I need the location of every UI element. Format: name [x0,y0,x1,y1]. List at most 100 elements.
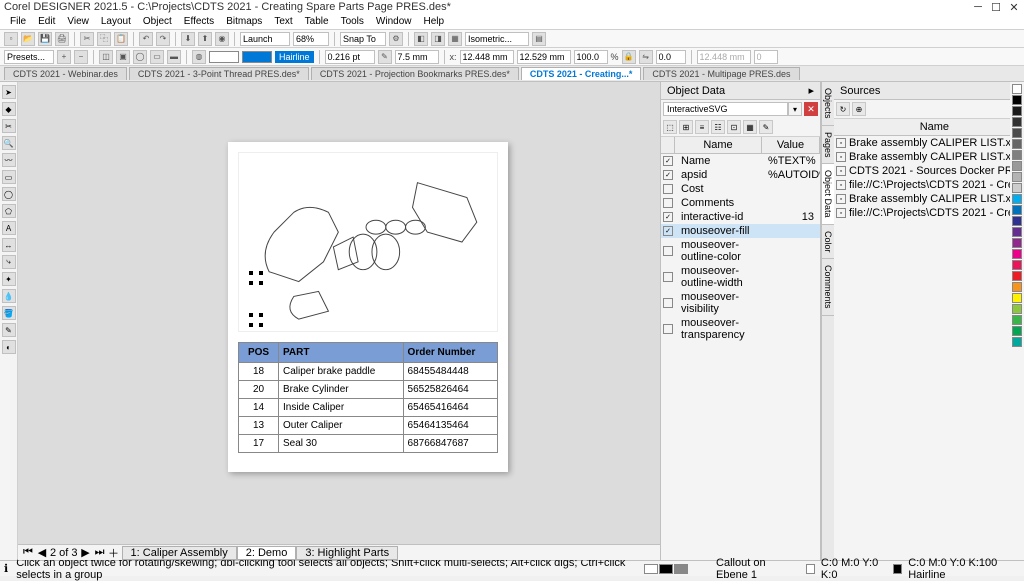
menu-layout[interactable]: Layout [95,16,137,27]
checkbox[interactable] [663,198,673,208]
field-value[interactable]: %TEXT% [768,155,818,167]
w-input[interactable] [517,50,571,64]
src-tool-icon[interactable]: ⊕ [852,102,866,116]
field-row[interactable]: mouseover-outline-color [661,238,820,264]
export-icon[interactable]: ⬆ [198,32,212,46]
menu-tools[interactable]: Tools [335,16,370,27]
menu-effects[interactable]: Effects [178,16,220,27]
add-preset-icon[interactable]: + [57,50,71,64]
paste-icon[interactable]: 📋 [114,32,128,46]
dropdown-button[interactable]: ▾ [788,102,802,116]
transparency-tool-icon[interactable]: ◐ [2,340,16,354]
remove-preset-icon[interactable]: − [74,50,88,64]
fill-swatch[interactable] [209,51,239,63]
shape-tool-icon[interactable]: ◆ [2,102,16,116]
checkbox[interactable]: ✓ [663,226,673,236]
od-tool-icon[interactable]: ≡ [695,120,709,134]
shape-icon[interactable]: ▣ [116,50,130,64]
menu-window[interactable]: Window [370,16,418,27]
palette-swatch[interactable] [1012,249,1022,259]
undo-icon[interactable]: ↶ [139,32,153,46]
field-row[interactable]: ✓apsid%AUTOID% [661,168,820,182]
first-page-button[interactable]: ⏮ [22,546,34,559]
page-tab[interactable]: 1: Caliper Assembly [122,546,237,560]
shape-icon[interactable]: ▭ [150,50,164,64]
tool-icon[interactable]: ◨ [431,32,445,46]
next-page-button[interactable]: ▶ [80,546,92,559]
vtab-comments[interactable]: Comments [822,259,834,316]
document-tab[interactable]: CDTS 2021 - 3-Point Thread PRES.des* [129,67,309,80]
palette-swatch[interactable] [1012,84,1022,94]
sx-input[interactable] [574,50,608,64]
presets-dropdown[interactable] [4,50,54,64]
save-icon[interactable]: 💾 [38,32,52,46]
checkbox[interactable]: ✓ [663,170,673,180]
palette-swatch[interactable] [1012,117,1022,127]
close-button[interactable]: ✕ [1008,1,1020,14]
add-page-button[interactable]: ＋ [108,545,120,561]
src-tool-icon[interactable]: ↻ [836,102,850,116]
outline-swatch[interactable] [242,51,272,63]
fill-indicator[interactable] [806,564,815,574]
field-row[interactable]: Comments [661,196,820,210]
effects-tool-icon[interactable]: ✦ [2,272,16,286]
outline-indicator[interactable] [893,564,902,574]
cut-icon[interactable]: ✂ [80,32,94,46]
field-row[interactable]: mouseover-transparency [661,316,820,342]
field-row[interactable]: ✓mouseover-fill [661,224,820,238]
palette-swatch[interactable] [1012,260,1022,270]
document-tab[interactable]: CDTS 2021 - Projection Bookmarks PRES.de… [311,67,519,80]
launch-dropdown[interactable] [240,32,290,46]
dimension-tool-icon[interactable]: ↔ [2,238,16,252]
connector-tool-icon[interactable]: ⤷ [2,255,16,269]
swatch[interactable] [644,564,658,574]
clear-button[interactable]: ✕ [804,102,818,116]
palette-swatch[interactable] [1012,161,1022,171]
palette-swatch[interactable] [1012,238,1022,248]
options-icon[interactable]: ⚙ [389,32,403,46]
source-row[interactable]: ▫file://C:\Projects\CDTS 2021 - Crea...2 [834,178,1024,192]
palette-swatch[interactable] [1012,128,1022,138]
palette-swatch[interactable] [1012,293,1022,303]
vtab-object-data[interactable]: Object Data [822,164,834,225]
field-row[interactable]: mouseover-visibility [661,290,820,316]
projection-dropdown[interactable] [465,32,529,46]
menu-help[interactable]: Help [418,16,451,27]
checkbox[interactable] [663,184,673,194]
eyedropper-tool-icon[interactable]: 💧 [2,289,16,303]
document-tab[interactable]: CDTS 2021 - Creating...* [521,67,642,80]
document-tab[interactable]: CDTS 2021 - Webinar.des [4,67,127,80]
od-tool-icon[interactable]: ▦ [743,120,757,134]
polygon-tool-icon[interactable]: ⬠ [2,204,16,218]
w2-input[interactable] [754,50,778,64]
zoom-input[interactable] [293,32,329,46]
palette-swatch[interactable] [1012,326,1022,336]
checkbox[interactable] [663,298,673,308]
od-tool-icon[interactable]: ⬚ [663,120,677,134]
mirror-h-icon[interactable]: ⇋ [639,50,653,64]
fill-tool-icon[interactable]: 🪣 [2,306,16,320]
dim-input[interactable] [395,50,439,64]
shape-icon[interactable]: ◯ [133,50,147,64]
palette-swatch[interactable] [1012,194,1022,204]
palette-swatch[interactable] [1012,216,1022,226]
palette-swatch[interactable] [1012,271,1022,281]
zoom-tool-icon[interactable]: 🔍 [2,136,16,150]
print-icon[interactable]: 🖨 [55,32,69,46]
fieldset-dropdown[interactable] [663,102,788,116]
tool-icon[interactable]: ▦ [448,32,462,46]
menu-edit[interactable]: Edit [32,16,61,27]
text-tool-icon[interactable]: A [2,221,16,235]
palette-swatch[interactable] [1012,337,1022,347]
open-icon[interactable]: 📂 [21,32,35,46]
palette-swatch[interactable] [1012,183,1022,193]
pen-icon[interactable]: ✎ [378,50,392,64]
od-tool-icon[interactable]: ⊞ [679,120,693,134]
checkbox[interactable] [663,324,673,334]
od-tool-icon[interactable]: ☷ [711,120,725,134]
outline-width-input[interactable] [325,50,375,64]
source-row[interactable]: ▫Brake assembly CALIPER LIST.xls1 [834,136,1024,150]
field-row[interactable]: mouseover-outline-width [661,264,820,290]
document-tab[interactable]: CDTS 2021 - Multipage PRES.des [643,67,799,80]
field-value[interactable]: %AUTOID% [768,169,818,181]
